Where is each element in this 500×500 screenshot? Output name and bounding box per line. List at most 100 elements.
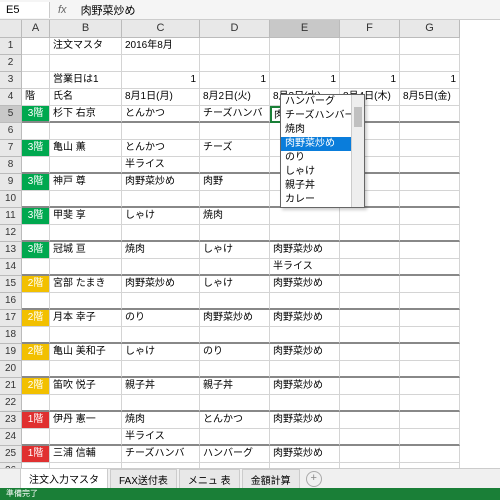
cell[interactable] — [270, 327, 340, 344]
floor-cell[interactable]: 2階 — [22, 378, 50, 395]
cell[interactable]: 営業日は1 — [50, 72, 122, 89]
cell[interactable] — [200, 361, 270, 378]
cell[interactable]: とんかつ — [122, 140, 200, 157]
cell[interactable] — [200, 293, 270, 310]
col-header-G[interactable]: G — [400, 20, 460, 38]
name-cell[interactable]: 甲斐 享 — [50, 208, 122, 225]
row-header-10[interactable]: 10 — [0, 191, 22, 208]
row-header-2[interactable]: 2 — [0, 55, 22, 72]
cell[interactable] — [400, 344, 460, 361]
name-cell[interactable] — [50, 157, 122, 174]
floor-cell[interactable] — [22, 361, 50, 378]
cell[interactable] — [22, 38, 50, 55]
cell[interactable]: 肉野 — [200, 174, 270, 191]
col-header-E[interactable]: E — [270, 20, 340, 38]
cell[interactable]: しゃけ — [200, 276, 270, 293]
cell[interactable] — [340, 344, 400, 361]
floor-cell[interactable] — [22, 327, 50, 344]
cell[interactable] — [340, 378, 400, 395]
cell[interactable]: 親子丼 — [200, 378, 270, 395]
cell[interactable] — [200, 38, 270, 55]
row-header-4[interactable]: 4 — [0, 89, 22, 106]
name-cell[interactable] — [50, 293, 122, 310]
name-cell[interactable]: 杉下 右京 — [50, 106, 122, 123]
cell[interactable] — [122, 293, 200, 310]
formula-value[interactable]: 肉野菜炒め — [75, 0, 142, 20]
cell[interactable]: 肉野菜炒め — [200, 310, 270, 327]
cell[interactable] — [22, 72, 50, 89]
cell[interactable] — [340, 38, 400, 55]
cell[interactable]: 1 — [270, 72, 340, 89]
cell[interactable] — [400, 140, 460, 157]
cell[interactable]: のり — [122, 310, 200, 327]
cell[interactable] — [270, 55, 340, 72]
cell[interactable] — [340, 446, 400, 463]
cell[interactable] — [400, 55, 460, 72]
name-cell[interactable] — [50, 191, 122, 208]
col-header-F[interactable]: F — [340, 20, 400, 38]
cell[interactable]: 1 — [400, 72, 460, 89]
cell[interactable] — [340, 293, 400, 310]
floor-cell[interactable]: 2階 — [22, 276, 50, 293]
floor-cell[interactable] — [22, 293, 50, 310]
floor-cell[interactable]: 2階 — [22, 310, 50, 327]
cell[interactable]: 肉野菜炒め — [270, 242, 340, 259]
row-header-14[interactable]: 14 — [0, 259, 22, 276]
cell[interactable] — [400, 310, 460, 327]
floor-cell[interactable]: 3階 — [22, 174, 50, 191]
name-cell[interactable]: 冠城 亘 — [50, 242, 122, 259]
cell[interactable]: 肉野菜炒め — [270, 344, 340, 361]
cell[interactable] — [22, 123, 50, 140]
cell[interactable] — [340, 395, 400, 412]
cell[interactable] — [200, 429, 270, 446]
cell[interactable] — [400, 38, 460, 55]
cell[interactable] — [270, 293, 340, 310]
cell[interactable] — [200, 259, 270, 276]
row-header-15[interactable]: 15 — [0, 276, 22, 293]
cell[interactable] — [122, 395, 200, 412]
sheet-tab[interactable]: 金額計算 — [242, 469, 300, 489]
cell[interactable]: 半ライス — [122, 429, 200, 446]
cell[interactable] — [340, 225, 400, 242]
cell[interactable] — [340, 259, 400, 276]
cell[interactable]: 1 — [340, 72, 400, 89]
floor-cell[interactable]: 3階 — [22, 242, 50, 259]
row-header-9[interactable]: 9 — [0, 174, 22, 191]
cell[interactable] — [200, 327, 270, 344]
cell[interactable] — [270, 361, 340, 378]
name-cell[interactable] — [50, 259, 122, 276]
row-header-16[interactable]: 16 — [0, 293, 22, 310]
cell[interactable] — [270, 208, 340, 225]
cell[interactable] — [122, 327, 200, 344]
cell[interactable]: とんかつ — [200, 412, 270, 429]
name-cell[interactable]: 亀山 薫 — [50, 140, 122, 157]
cell[interactable] — [340, 429, 400, 446]
cell[interactable]: とんかつ — [122, 106, 200, 123]
row-header-20[interactable]: 20 — [0, 361, 22, 378]
cell[interactable] — [400, 191, 460, 208]
floor-cell[interactable] — [22, 191, 50, 208]
cell[interactable] — [200, 225, 270, 242]
row-header-22[interactable]: 22 — [0, 395, 22, 412]
name-cell[interactable]: 亀山 美和子 — [50, 344, 122, 361]
name-cell[interactable] — [50, 395, 122, 412]
cell[interactable] — [400, 327, 460, 344]
cell[interactable] — [400, 361, 460, 378]
cell[interactable]: 肉野菜炒め — [270, 412, 340, 429]
row-header-25[interactable]: 25 — [0, 446, 22, 463]
col-header-A[interactable]: A — [22, 20, 50, 38]
cell[interactable]: 8月1日(月) — [122, 89, 200, 106]
cell[interactable] — [22, 55, 50, 72]
cell[interactable] — [400, 225, 460, 242]
floor-cell[interactable] — [22, 429, 50, 446]
floor-cell[interactable] — [22, 157, 50, 174]
cell[interactable]: 注文マスタ — [50, 38, 122, 55]
floor-cell[interactable] — [22, 395, 50, 412]
cell[interactable]: のり — [200, 344, 270, 361]
name-cell[interactable] — [50, 429, 122, 446]
cell[interactable] — [122, 361, 200, 378]
cell[interactable]: 肉野菜炒め — [122, 276, 200, 293]
cell[interactable]: 肉野菜炒め — [270, 446, 340, 463]
cell[interactable]: チーズハンバ — [200, 106, 270, 123]
cell[interactable] — [200, 157, 270, 174]
